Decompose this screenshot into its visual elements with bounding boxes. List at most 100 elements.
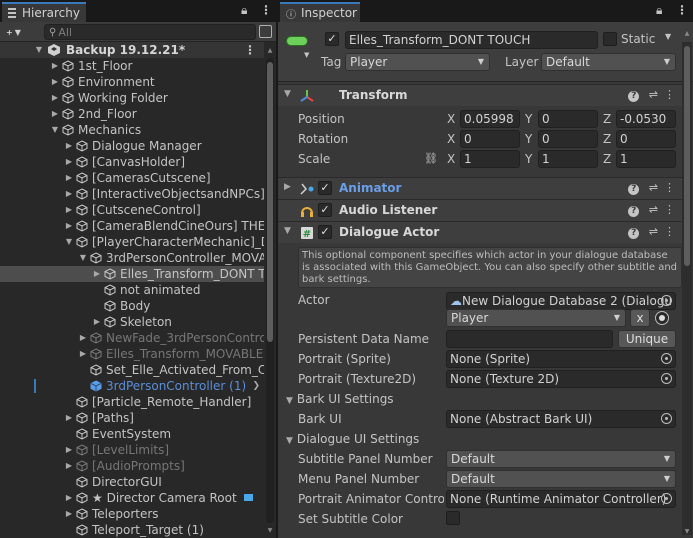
actor-picker-radio[interactable] [655,311,669,325]
hierarchy-item[interactable]: ▶ NewFade_3rdPersonContro [0,330,264,346]
collapse-arrow-icon[interactable]: ▶ [50,58,60,74]
hierarchy-item[interactable]: ▶ Teleporters [0,506,264,522]
actor-dropdown[interactable]: Player ▼ [446,309,626,327]
hierarchy-item[interactable]: ▶ 2nd_Floor [0,106,264,122]
rotation-x-field[interactable]: 0 [460,130,520,148]
scrollbar-thumb[interactable] [267,62,273,342]
audio-listener-enabled-checkbox[interactable]: ✓ [318,203,332,217]
collapse-arrow-icon[interactable]: ▶ [64,442,74,458]
collapse-arrow-icon[interactable]: ▶ [50,74,60,90]
object-picker-icon[interactable] [661,295,672,306]
hierarchy-item[interactable]: ▶ Elles_Transform_MOVABLE [0,346,264,362]
collapse-arrow-icon[interactable]: ▶ [92,266,102,282]
object-name-field[interactable]: Elles_Transform_DONT TOUCH [345,31,598,49]
hierarchy-item[interactable]: ▶ 1st_Floor [0,58,264,74]
component-menu-icon[interactable]: ⋮ [664,88,681,101]
presets-icon[interactable]: ⇌ [649,181,664,194]
hierarchy-item[interactable]: ▶ ★ Director Camera Root [0,490,264,506]
hierarchy-item[interactable]: ▶ [Paths] [0,410,264,426]
hierarchy-item[interactable]: ▶ [AudioPrompts] [0,458,264,474]
hierarchy-item[interactable]: DirectorGUI [0,474,264,490]
component-menu-icon[interactable]: ⋮ [664,225,681,238]
object-picker-icon[interactable] [661,373,672,384]
object-picker-icon[interactable] [661,353,672,364]
collapse-arrow-icon[interactable]: ▶ [64,490,74,506]
rotation-z-field[interactable]: 0 [616,130,676,148]
animator-enabled-checkbox[interactable]: ✓ [318,181,332,195]
object-picker-icon[interactable] [661,493,672,504]
menu-panel-dropdown[interactable]: Default ▼ [446,470,676,488]
search-mode-icon[interactable] [259,25,272,38]
collapse-arrow-icon[interactable]: ▶ [64,186,74,202]
help-icon[interactable]: ? [628,228,640,239]
bark-ui-field[interactable]: None (Abstract Bark UI) [446,410,676,428]
subtitle-color-checkbox[interactable] [446,511,460,525]
portrait-sprite-field[interactable]: None (Sprite) [446,350,676,368]
scene-row[interactable]: ▼ Backup 19.12.21* ⋮ [0,42,264,58]
hierarchy-item[interactable]: ▶ [LevelLimits] [0,442,264,458]
subtitle-panel-dropdown[interactable]: Default ▼ [446,450,676,468]
gameobject-icon[interactable] [286,36,308,46]
presets-icon[interactable]: ⇌ [649,203,664,216]
help-icon[interactable]: ? [628,206,640,217]
scale-y-field[interactable]: 1 [538,150,598,168]
scale-x-field[interactable]: 1 [460,150,520,168]
hierarchy-item[interactable]: ▶ Dialogue Manager [0,138,264,154]
fold-right-icon[interactable]: ▶ [284,182,291,192]
hierarchy-item[interactable]: ▶ [CamerasCutscene] [0,170,264,186]
collapse-arrow-icon[interactable]: ▶ [64,218,74,234]
hierarchy-item[interactable]: ▼ [PlayerCharacterMechanic]_D [0,234,264,250]
scale-z-field[interactable]: 1 [616,150,676,168]
collapse-arrow-icon[interactable]: ▶ [64,506,74,522]
clear-actor-button[interactable]: x [630,309,650,327]
presets-icon[interactable]: ⇌ [649,88,664,101]
hierarchy-item[interactable]: ▶ [InteractiveObjectsandNPCs] [0,186,264,202]
scroll-up-icon[interactable]: ▲ [682,30,692,37]
collapse-arrow-icon[interactable]: ▶ [78,346,88,362]
dialogue-actor-header[interactable]: ▼ # ✓ Dialogue Actor ? ⇌⋮ [278,221,685,243]
hierarchy-item[interactable]: ▶ [CanvasHolder] [0,154,264,170]
fold-down-icon[interactable]: ▼ [284,89,291,99]
scroll-up-icon[interactable]: ▲ [266,47,274,54]
tab-hierarchy[interactable]: Hierarchy [2,2,86,22]
expand-arrow-icon[interactable]: ▼ [50,122,60,138]
dialogue-actor-enabled-checkbox[interactable]: ✓ [318,225,332,239]
hierarchy-item[interactable]: ▶ Elles_Transform_DONT TO [0,266,264,282]
hierarchy-item[interactable]: Body [0,298,264,314]
object-picker-icon[interactable] [661,413,672,424]
constrain-proportions-link-icon[interactable]: ⛓︎ [424,152,438,165]
rotation-y-field[interactable]: 0 [538,130,598,148]
hierarchy-item[interactable]: not animated [0,282,264,298]
hierarchy-item[interactable]: ▶ Working Folder [0,90,264,106]
inspector-scrollbar[interactable]: ▲ ▼ [682,30,692,535]
collapse-arrow-icon[interactable]: ▶ [64,410,74,426]
tag-dropdown[interactable]: Player ▼ [345,53,490,71]
collapse-arrow-icon[interactable]: ▶ [64,154,74,170]
dialogue-ui-foldout[interactable]: ▼ Dialogue UI Settings [286,432,419,446]
layer-dropdown[interactable]: Default ▼ [541,53,676,71]
create-button[interactable]: + ▼ [4,23,21,41]
active-checkbox[interactable]: ✓ [325,32,339,46]
expand-arrow-icon[interactable]: ▼ [34,42,44,58]
hierarchy-item[interactable]: Set_Elle_Activated_From_CS [0,362,264,378]
animator-header[interactable]: ▶ ✓ Animator ? ⇌⋮ [278,177,685,199]
hierarchy-item[interactable]: EventSystem [0,426,264,442]
static-dropdown-icon[interactable]: ▼ [665,32,671,41]
hierarchy-item[interactable]: [Particle_Remote_Handler] [0,394,264,410]
fold-down-icon[interactable]: ▼ [284,226,291,236]
component-menu-icon[interactable]: ⋮ [664,181,681,194]
hierarchy-item[interactable]: ▶ [CameraBlendCineOurs] THE S [0,218,264,234]
collapse-arrow-icon[interactable]: ▶ [64,170,74,186]
unique-button[interactable]: Unique [618,330,676,348]
audio-listener-header[interactable]: ✓ Audio Listener ? ⇌⋮ [278,199,685,221]
hierarchy-item[interactable]: 3rdPersonController (1) ❯ [0,378,264,394]
tab-inspector[interactable]: ⓘ Inspector [280,2,360,22]
portrait-animator-field[interactable]: None (Runtime Animator Controller) [446,490,676,508]
scroll-down-icon[interactable]: ▼ [682,528,692,535]
inspector-lock-icon[interactable]: 🔒︎ [656,3,662,18]
expand-arrow-icon[interactable]: ▼ [64,234,74,250]
hierarchy-scrollbar[interactable]: ▲ ▼ [266,47,274,534]
scrollbar-thumb[interactable] [684,46,690,266]
expand-arrow-icon[interactable]: ▼ [78,250,88,266]
dialogue-database-field[interactable]: ☁︎New Dialogue Database 2 (Dialogu [446,292,676,310]
